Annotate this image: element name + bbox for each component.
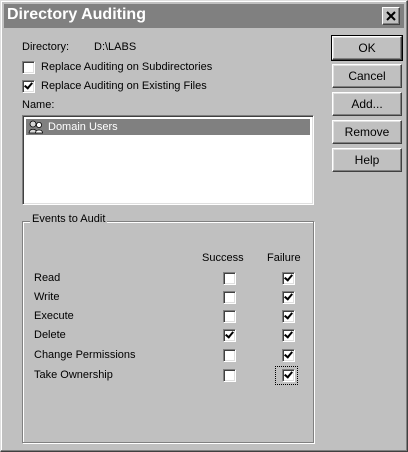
event-label-take-ownership: Take Ownership: [34, 369, 113, 381]
replace-existing-files-checkbox[interactable]: [22, 80, 35, 93]
remove-button[interactable]: Remove: [332, 120, 402, 144]
directory-auditing-dialog: Directory Auditing Directory: D:\LABS Re…: [0, 0, 408, 452]
replace-subdirectories-checkbox[interactable]: [22, 61, 35, 74]
name-list-label: Name:: [22, 99, 55, 111]
event-label-delete: Delete: [34, 329, 66, 341]
write-failure-checkbox[interactable]: [282, 291, 295, 304]
event-label-change-permissions: Change Permissions: [34, 349, 136, 361]
delete-failure-checkbox[interactable]: [282, 329, 295, 342]
change-permissions-failure-checkbox[interactable]: [282, 349, 295, 362]
close-button[interactable]: [382, 7, 400, 25]
success-column-header: Success: [202, 252, 244, 264]
read-failure-checkbox[interactable]: [282, 272, 295, 285]
execute-failure-checkbox[interactable]: [282, 310, 295, 323]
replace-existing-files-label[interactable]: Replace Auditing on Existing Files: [41, 80, 207, 92]
user-group-icon: [28, 120, 43, 134]
write-success-checkbox[interactable]: [223, 291, 236, 304]
dialog-title: Directory Auditing: [7, 6, 146, 23]
read-success-checkbox[interactable]: [223, 272, 236, 285]
delete-success-checkbox[interactable]: [223, 329, 236, 342]
close-icon: [386, 11, 396, 21]
list-item[interactable]: Domain Users: [26, 119, 310, 135]
list-item-label: Domain Users: [48, 121, 118, 133]
directory-value: D:\LABS: [94, 41, 137, 53]
execute-success-checkbox[interactable]: [223, 310, 236, 323]
title-bar[interactable]: Directory Auditing: [4, 4, 404, 28]
replace-subdirectories-label[interactable]: Replace Auditing on Subdirectories: [41, 61, 212, 73]
directory-label: Directory:: [22, 41, 70, 53]
event-label-read: Read: [34, 272, 61, 284]
help-button[interactable]: Help: [332, 148, 402, 172]
name-listbox[interactable]: Domain Users: [22, 115, 314, 205]
event-label-write: Write: [34, 291, 60, 303]
take-ownership-success-checkbox[interactable]: [223, 369, 236, 382]
focus-indicator: [275, 366, 298, 385]
change-permissions-success-checkbox[interactable]: [223, 349, 236, 362]
ok-button[interactable]: OK: [331, 35, 403, 61]
cancel-button[interactable]: Cancel: [332, 64, 402, 88]
add-button[interactable]: Add...: [332, 92, 402, 116]
events-to-audit-label: Events to Audit: [30, 213, 108, 225]
event-label-execute: Execute: [34, 310, 74, 322]
failure-column-header: Failure: [267, 252, 301, 264]
